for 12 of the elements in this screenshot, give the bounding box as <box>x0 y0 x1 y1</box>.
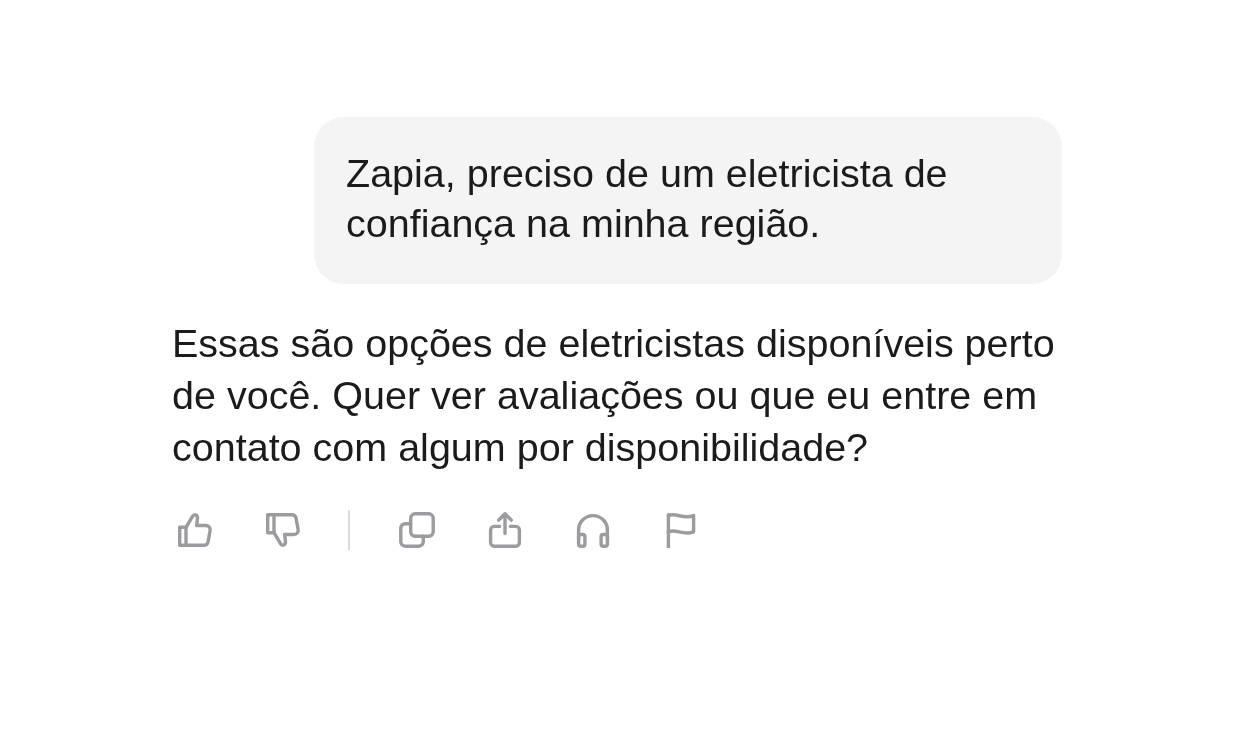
assistant-reply-text: Essas são opções de eletricistas disponíveis perto de você. Quer ver avaliações ou que eu entre em contato com algum por disponibilidade? <box>172 320 1056 471</box>
thumbs-down-icon <box>265 512 301 548</box>
share-icon <box>487 512 523 548</box>
copy-icon <box>399 512 435 548</box>
thumbs-up-icon <box>177 512 213 548</box>
user-message-bubble: Zapia, preciso de um eletricista de confiança na minha região. <box>314 117 1062 284</box>
thumbs-down-button[interactable] <box>265 512 301 548</box>
headphones-icon <box>575 512 611 548</box>
headphones-button[interactable] <box>575 512 611 548</box>
share-button[interactable] <box>487 512 523 548</box>
thumbs-up-button[interactable] <box>177 512 213 548</box>
copy-button[interactable] <box>399 512 435 548</box>
